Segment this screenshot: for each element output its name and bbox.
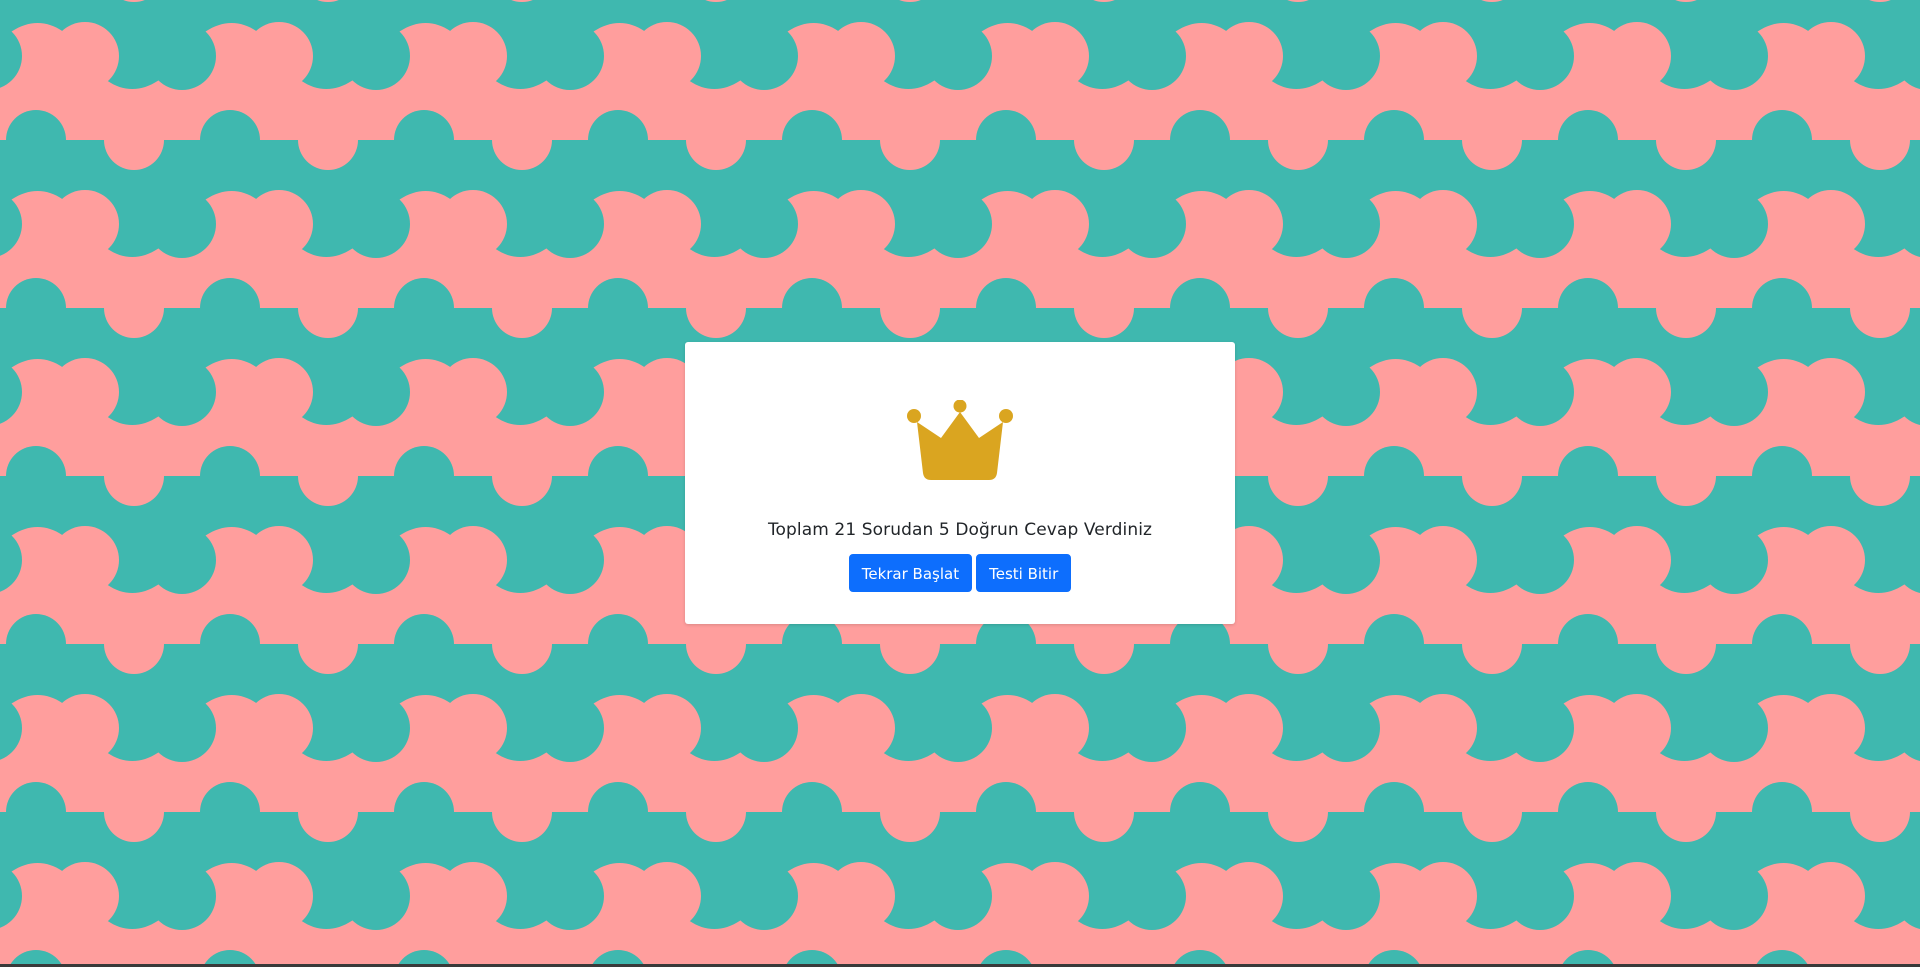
finish-test-button[interactable]: Testi Bitir	[976, 554, 1072, 592]
action-buttons: Tekrar Başlat Testi Bitir	[685, 554, 1235, 592]
restart-button[interactable]: Tekrar Başlat	[848, 554, 973, 592]
result-card: Toplam 21 Sorudan 5 Doğrun Cevap Verdini…	[685, 342, 1235, 624]
crown-icon	[907, 399, 1013, 486]
result-message: Toplam 21 Sorudan 5 Doğrun Cevap Verdini…	[767, 520, 1153, 540]
